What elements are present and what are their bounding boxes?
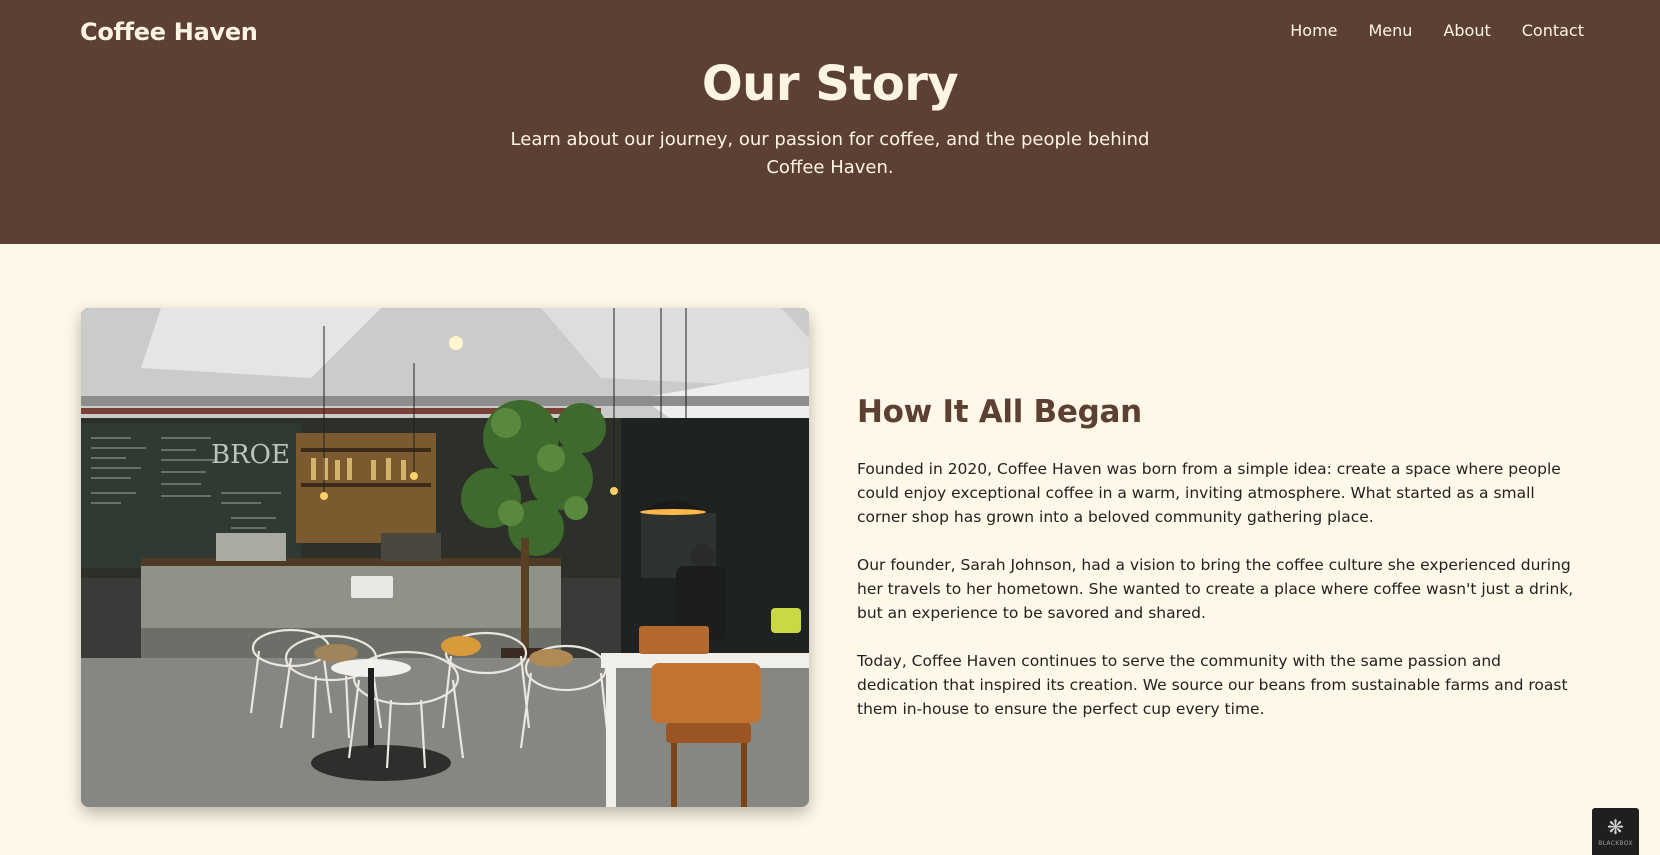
story-paragraph: Today, Coffee Haven continues to serve t…: [857, 652, 1568, 718]
nav-contact-link[interactable]: Contact: [1522, 21, 1584, 40]
blackbox-badge[interactable]: ❋ BLACKBOX: [1592, 808, 1639, 855]
blackbox-logo-icon: ❋: [1607, 814, 1624, 839]
page-title: Our Story: [701, 56, 959, 112]
hero-header: Coffee Haven Home Menu About Contact Our…: [0, 0, 1660, 244]
cafe-interior-photo: BROE: [81, 308, 809, 807]
nav-about-link[interactable]: About: [1443, 21, 1490, 40]
svg-text:BROE: BROE: [211, 440, 290, 470]
main-nav: Home Menu About Contact: [1290, 21, 1584, 40]
nav-home-link[interactable]: Home: [1290, 21, 1337, 40]
nav-menu-link[interactable]: Menu: [1369, 21, 1413, 40]
brand-logo[interactable]: Coffee Haven: [80, 18, 258, 46]
badge-label: BLACKBOX: [1598, 839, 1633, 847]
story-heading: How It All Began: [857, 394, 1142, 430]
story-paragraph: Our founder, Sarah Johnson, had a vision…: [857, 556, 1574, 622]
page-subtitle: Learn about our journey, our passion for…: [510, 129, 1150, 178]
story-paragraph: Founded in 2020, Coffee Haven was born f…: [857, 460, 1561, 526]
